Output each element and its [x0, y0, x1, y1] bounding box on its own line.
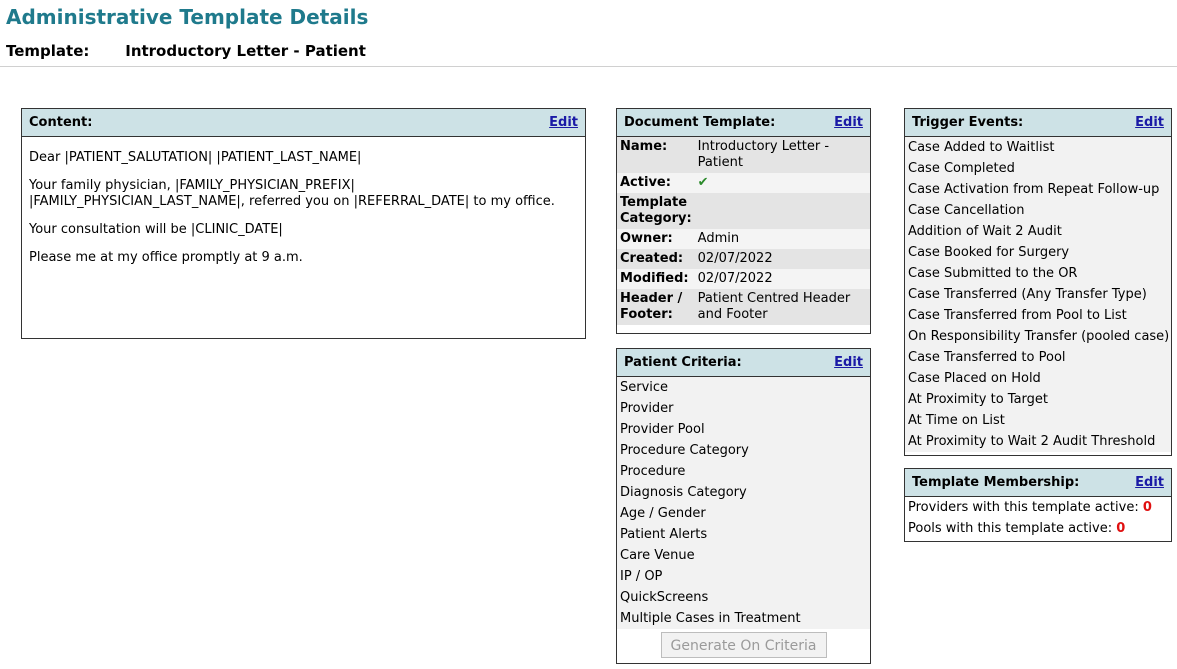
list-item: Case Transferred (Any Transfer Type) [908, 287, 1147, 302]
field-value: Admin [697, 231, 740, 246]
document-template-table: Name: Introductory Letter - Patient Acti… [617, 137, 870, 325]
document-template-header: Document Template: Edit [617, 109, 870, 137]
field-value: 02/07/2022 [697, 271, 773, 286]
content-paragraph: Dear |PATIENT_SALUTATION| |PATIENT_LAST_… [29, 150, 362, 165]
pools-count-line: Pools with this template active: 0 [905, 518, 1171, 539]
list-item: Case Placed on Hold [908, 371, 1041, 386]
list-item: Patient Alerts [620, 527, 708, 542]
pools-count: 0 [1116, 521, 1126, 536]
table-row: Created: 02/07/2022 [617, 249, 870, 269]
list-item: Case Transferred from Pool to List [908, 308, 1127, 323]
content-paragraph: Please me at my office promptly at 9 a.m… [29, 250, 303, 265]
providers-count: 0 [1142, 500, 1152, 515]
list-item: Procedure Category [620, 443, 749, 458]
page-title: Administrative Template Details [6, 5, 369, 29]
list-item: IP / OP [620, 569, 663, 584]
trigger-events-header: Trigger Events: Edit [905, 109, 1171, 137]
providers-label: Providers with this template active: [908, 500, 1139, 515]
patient-criteria-title: Patient Criteria: [624, 355, 742, 370]
list-item: At Time on List [908, 413, 1005, 428]
content-paragraph: Your consultation will be |CLINIC_DATE| [29, 222, 283, 237]
table-row: Header / Footer: Patient Centred Header … [617, 289, 870, 325]
field-label: Modified: [620, 271, 689, 286]
table-row: Template Category: [617, 193, 870, 229]
field-value [695, 193, 870, 229]
template-membership-edit-link[interactable]: Edit [1135, 475, 1164, 490]
field-value: Introductory Letter - Patient [697, 139, 830, 170]
content-panel-header: Content: Edit [22, 109, 585, 137]
list-item: Diagnosis Category [620, 485, 747, 500]
list-item: Procedure [620, 464, 686, 479]
list-item: Age / Gender [620, 506, 706, 521]
trigger-events-edit-link[interactable]: Edit [1135, 115, 1164, 130]
template-membership-title: Template Membership: [912, 475, 1080, 490]
patient-criteria-edit-link[interactable]: Edit [834, 355, 863, 370]
trigger-events-title: Trigger Events: [912, 115, 1024, 130]
content-edit-link[interactable]: Edit [549, 115, 578, 130]
checkmark-icon: ✔ [697, 175, 709, 190]
header-divider [0, 66, 1177, 67]
trigger-events-list: Case Added to Waitlist Case Completed Ca… [905, 137, 1171, 452]
list-item: QuickScreens [620, 590, 709, 605]
content-panel-title: Content: [29, 115, 93, 130]
content-panel: Content: Edit Dear |PATIENT_SALUTATION| … [21, 108, 586, 339]
document-template-title: Document Template: [624, 115, 776, 130]
list-item: Provider [620, 401, 674, 416]
field-label: Created: [620, 251, 684, 266]
template-name: Introductory Letter - Patient [125, 42, 366, 60]
field-label: Name: [620, 139, 668, 154]
patient-criteria-list: Service Provider Provider Pool Procedure… [617, 377, 870, 629]
template-name-line: Template: Introductory Letter - Patient [6, 42, 366, 60]
field-label: Template Category: [620, 195, 692, 226]
table-row: Owner: Admin [617, 229, 870, 249]
template-membership-header: Template Membership: Edit [905, 469, 1171, 497]
template-label: Template: [6, 42, 90, 60]
list-item: Case Added to Waitlist [908, 140, 1055, 155]
list-item: Case Cancellation [908, 203, 1025, 218]
list-item: Case Activation from Repeat Follow-up [908, 182, 1160, 197]
list-item: Service [620, 380, 669, 395]
table-row: Name: Introductory Letter - Patient [617, 137, 870, 173]
document-template-panel: Document Template: Edit Name: Introducto… [616, 108, 871, 334]
generate-on-criteria-button[interactable]: Generate On Criteria [660, 632, 827, 658]
list-item: At Proximity to Wait 2 Audit Threshold [908, 434, 1156, 449]
template-membership-panel: Template Membership: Edit Providers with… [904, 468, 1172, 542]
list-item: Care Venue [620, 548, 695, 563]
content-body: Dear |PATIENT_SALUTATION| |PATIENT_LAST_… [22, 137, 585, 266]
list-item: Case Completed [908, 161, 1015, 176]
field-label: Header / Footer: [620, 291, 683, 322]
list-item: Case Booked for Surgery [908, 245, 1070, 260]
list-item: Case Transferred to Pool [908, 350, 1066, 365]
field-value: 02/07/2022 [697, 251, 773, 266]
list-item: At Proximity to Target [908, 392, 1049, 407]
list-item: Multiple Cases in Treatment [620, 611, 801, 626]
field-value: Patient Centred Header and Footer [697, 291, 851, 322]
field-label: Active: [620, 175, 671, 190]
list-item: Case Submitted to the OR [908, 266, 1078, 281]
list-item: On Responsibility Transfer (pooled case) [908, 329, 1170, 344]
table-row: Modified: 02/07/2022 [617, 269, 870, 289]
trigger-events-panel: Trigger Events: Edit Case Added to Waitl… [904, 108, 1172, 456]
field-label: Owner: [620, 231, 673, 246]
patient-criteria-header: Patient Criteria: Edit [617, 349, 870, 377]
patient-criteria-panel: Patient Criteria: Edit Service Provider … [616, 348, 871, 664]
pools-label: Pools with this template active: [908, 521, 1113, 536]
providers-count-line: Providers with this template active: 0 [905, 497, 1171, 518]
table-row: Active: ✔ [617, 173, 870, 193]
content-paragraph: Your family physician, |FAMILY_PHYSICIAN… [29, 178, 555, 209]
list-item: Addition of Wait 2 Audit [908, 224, 1062, 239]
document-template-edit-link[interactable]: Edit [834, 115, 863, 130]
list-item: Provider Pool [620, 422, 705, 437]
